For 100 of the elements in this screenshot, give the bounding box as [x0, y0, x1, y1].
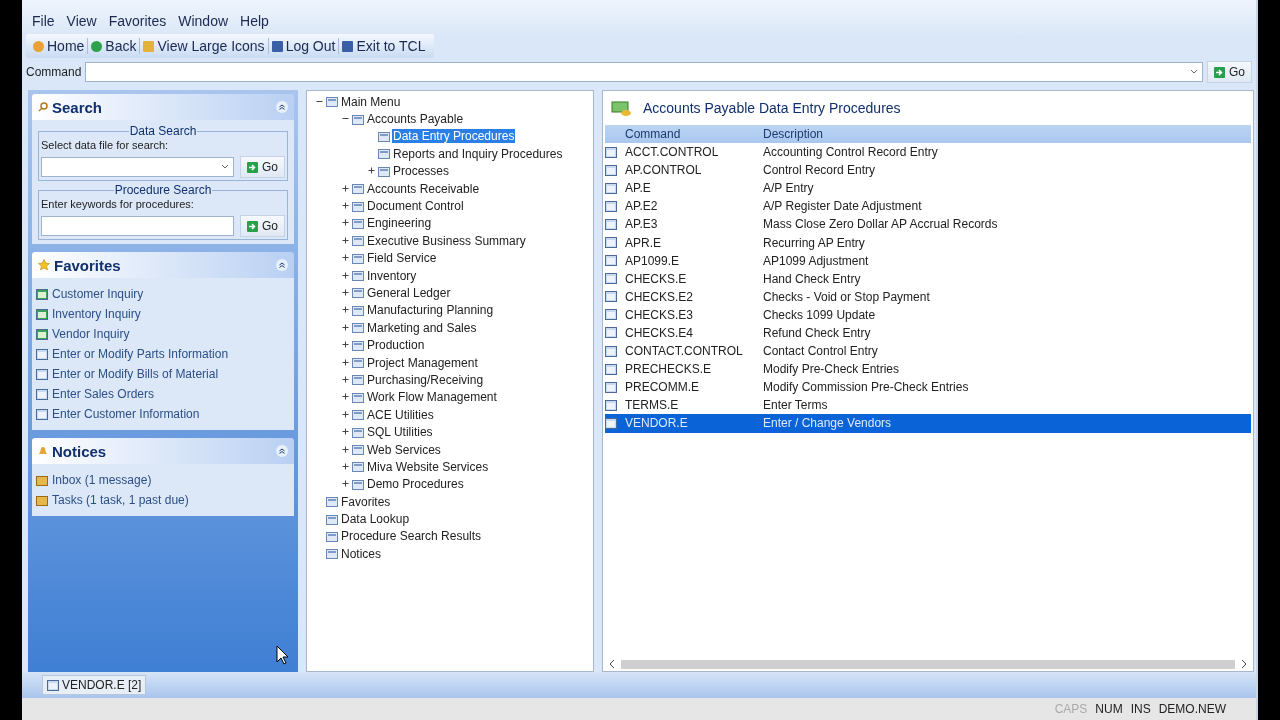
toolbar-button[interactable]: Log Out [268, 38, 340, 54]
menu-item[interactable]: View [60, 13, 103, 29]
favorite-link[interactable]: Vendor Inquiry [36, 324, 288, 344]
table-row[interactable]: AP.E3 Mass Close Zero Dollar AP Accrual Records [605, 215, 1251, 234]
notice-link[interactable]: Tasks (1 task, 1 past due) [36, 490, 288, 510]
tree-item[interactable]: Project Management [366, 355, 479, 370]
table-row[interactable]: AP.E2 A/P Register Date Adjustment [605, 197, 1251, 216]
grid-icon [36, 348, 48, 360]
tree-item[interactable]: Web Services [366, 442, 442, 457]
table-row[interactable]: APR.E Recurring AP Entry [605, 233, 1251, 252]
favorite-link[interactable]: Enter or Modify Parts Information [36, 344, 288, 364]
column-header[interactable]: Description [763, 127, 1251, 141]
plus-icon[interactable] [342, 375, 349, 383]
plus-icon[interactable] [342, 289, 349, 296]
plus-icon[interactable] [342, 480, 349, 488]
table-row[interactable]: CHECKS.E2 Checks - Void or Stop Payment [605, 287, 1251, 306]
menu-item[interactable]: Help [234, 13, 275, 29]
tree-item[interactable]: Production [366, 338, 426, 353]
tree-item[interactable]: Notices [340, 546, 382, 561]
table-row[interactable]: PRECHECKS.E Modify Pre-Check Entries [605, 360, 1251, 379]
menu-item[interactable]: Favorites [102, 13, 173, 29]
tree-item[interactable]: ACE Utilities [366, 407, 435, 422]
plus-icon[interactable] [342, 219, 349, 227]
tree-item[interactable]: Miva Website Services [366, 459, 490, 474]
table-row[interactable]: AP.CONTROL Control Record Entry [605, 161, 1251, 180]
tree-item[interactable]: SQL Utilities [366, 425, 434, 440]
tree-item[interactable]: Inventory [366, 268, 418, 283]
plus-icon[interactable] [342, 462, 349, 470]
plus-icon[interactable] [368, 167, 375, 175]
tree-item[interactable]: Document Control [366, 199, 465, 214]
favorite-link[interactable]: Inventory Inquiry [36, 304, 288, 324]
tree-item[interactable]: Favorites [340, 494, 392, 509]
scroll-right-icon[interactable] [1241, 660, 1247, 668]
tree-item[interactable]: Field Service [366, 251, 438, 266]
plus-icon[interactable] [342, 445, 349, 453]
toolbar-button[interactable]: Back [88, 38, 141, 54]
toolbar-button[interactable]: View Large Icons [140, 38, 269, 54]
tree-item[interactable]: Accounts Payable [366, 112, 465, 127]
tree-item[interactable]: Demo Procedures [366, 477, 465, 492]
tree-item[interactable]: Marketing and Sales [366, 320, 478, 335]
toolbar-button[interactable]: Exit to TCL [339, 38, 429, 54]
plus-icon[interactable] [342, 202, 349, 210]
plus-icon[interactable] [342, 271, 349, 279]
scroll-left-icon[interactable] [609, 660, 615, 668]
tree-item[interactable]: Data Entry Procedures [392, 129, 516, 144]
tree-item[interactable]: Manufacturing Planning [366, 303, 495, 318]
toolbar-button[interactable]: Home [30, 38, 89, 54]
plus-icon[interactable] [342, 184, 349, 192]
plus-icon[interactable] [342, 428, 349, 436]
tree-item[interactable]: Data Lookup [340, 512, 411, 527]
grid-icon [605, 164, 617, 176]
plus-icon[interactable] [342, 323, 349, 331]
tree-item[interactable]: Main Menu [340, 94, 402, 109]
table-row[interactable]: CHECKS.E3 Checks 1099 Update [605, 305, 1251, 324]
table-row[interactable]: CONTACT.CONTROL Contact Control Entry [605, 342, 1251, 361]
keywords-field[interactable] [41, 216, 234, 236]
table-row[interactable]: CHECKS.E Hand Check Entry [605, 269, 1251, 288]
tree-item[interactable]: Reports and Inquiry Procedures [392, 146, 564, 161]
collapse-icon[interactable] [276, 445, 288, 457]
plus-icon[interactable] [342, 358, 349, 366]
tree-item[interactable]: Executive Business Summary [366, 233, 527, 248]
column-header[interactable]: Command [625, 127, 763, 141]
favorite-link[interactable]: Enter Customer Information [36, 404, 288, 424]
favorite-link[interactable]: Enter or Modify Bills of Material [36, 364, 288, 384]
table-row[interactable]: TERMS.E Enter Terms [605, 396, 1251, 415]
tree-item[interactable]: Engineering [366, 216, 433, 231]
command-cell-text: APR.E [625, 235, 662, 250]
mouse-pointer-icon [276, 645, 288, 665]
go-button[interactable]: Go [240, 215, 285, 237]
tree-item[interactable]: Processes [392, 164, 451, 179]
menu-item[interactable]: File [26, 13, 61, 29]
command-field[interactable] [85, 62, 1203, 82]
tree-item[interactable]: Purchasing/Receiving [366, 372, 485, 387]
plus-icon[interactable] [342, 410, 349, 418]
go-button[interactable]: Go [1207, 61, 1252, 83]
page-title: Accounts Payable Data Entry Procedures [643, 100, 901, 116]
plus-icon[interactable] [342, 306, 349, 314]
table-row[interactable]: VENDOR.E Enter / Change Vendors [605, 414, 1251, 433]
plus-icon[interactable] [342, 254, 349, 262]
table-row[interactable]: ACCT.CONTROL Accounting Control Record Entry [605, 143, 1251, 162]
menu-item[interactable]: Window [172, 13, 235, 29]
favorite-link[interactable]: Enter Sales Orders [36, 384, 288, 404]
favorite-link[interactable]: Customer Inquiry [36, 284, 288, 304]
go-button[interactable]: Go [240, 156, 285, 178]
collapse-icon[interactable] [276, 259, 288, 271]
table-row[interactable]: AP.E A/P Entry [605, 179, 1251, 198]
table-row[interactable]: PRECOMM.E Modify Commission Pre-Check Entries [605, 378, 1251, 397]
table-row[interactable]: AP1099.E AP1099 Adjustment [605, 251, 1251, 270]
plus-icon[interactable] [342, 393, 349, 401]
tree-item[interactable]: Work Flow Management [366, 390, 498, 405]
tree-item[interactable]: Accounts Receivable [366, 181, 481, 196]
tree-item[interactable]: Procedure Search Results [340, 529, 483, 544]
table-row[interactable]: CHECKS.E4 Refund Check Entry [605, 323, 1251, 343]
plus-icon[interactable] [342, 236, 349, 244]
tree-item[interactable]: General Ledger [366, 286, 452, 300]
notice-link[interactable]: Inbox (1 message) [36, 470, 288, 490]
scrollbar-thumb[interactable] [621, 659, 1235, 669]
plus-icon[interactable] [342, 341, 349, 349]
window-tab[interactable]: VENDOR.E [2] [42, 675, 147, 695]
collapse-icon[interactable] [276, 101, 288, 113]
